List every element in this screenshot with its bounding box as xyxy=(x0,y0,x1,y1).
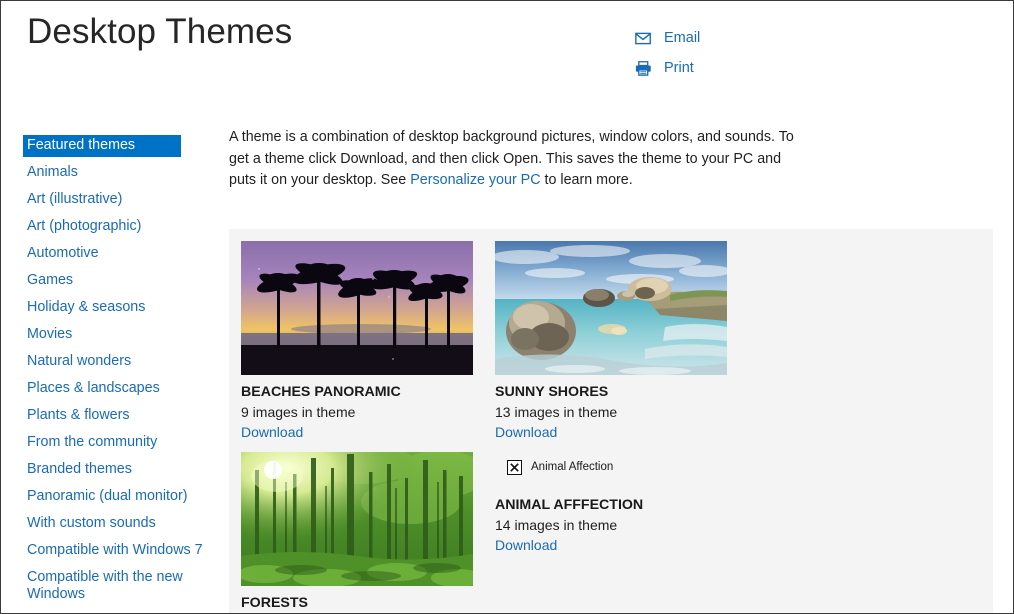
theme-thumbnail-beaches-panoramic[interactable] xyxy=(241,241,473,375)
theme-card: SUNNY SHORES 13 images in theme Download xyxy=(495,241,749,442)
main-content: A theme is a combination of desktop back… xyxy=(229,127,997,216)
sidebar-item-art-illustrative[interactable]: Art (illustrative) xyxy=(23,189,213,211)
download-link[interactable]: Download xyxy=(241,423,303,442)
theme-title: BEACHES PANORAMIC xyxy=(241,384,401,400)
sidebar-item-animals[interactable]: Animals xyxy=(23,162,213,184)
broken-image-alt-text: Animal Affection xyxy=(531,461,614,473)
print-link[interactable]: Print xyxy=(635,57,875,79)
theme-card: Animal Affection ANIMAL AFFFECTION 14 im… xyxy=(495,452,749,613)
sidebar-item-natural-wonders[interactable]: Natural wonders xyxy=(23,351,213,373)
sidebar-item-movies[interactable]: Movies xyxy=(23,324,213,346)
page-header: Desktop Themes Email Print xyxy=(1,1,1013,111)
email-label: Email xyxy=(664,30,701,46)
sidebar-item-panoramic-dual-monitor[interactable]: Panoramic (dual monitor) xyxy=(23,486,213,508)
sidebar-item-games[interactable]: Games xyxy=(23,270,213,292)
intro-paragraph: A theme is a combination of desktop back… xyxy=(229,127,795,192)
email-link[interactable]: Email xyxy=(635,27,875,49)
download-link[interactable]: Download xyxy=(495,536,557,555)
theme-image-count: 9 images in theme xyxy=(241,404,356,420)
desktop-themes-page: Desktop Themes Email Print Featured them… xyxy=(0,0,1014,614)
theme-thumbnail-sunny-shores[interactable] xyxy=(495,241,727,375)
sidebar-item-places-landscapes[interactable]: Places & landscapes xyxy=(23,378,213,400)
broken-image-placeholder[interactable]: Animal Affection xyxy=(495,452,727,480)
theme-title: ANIMAL AFFFECTION xyxy=(495,497,644,513)
sidebar-item-featured-themes[interactable]: Featured themes xyxy=(23,135,181,157)
theme-card: FORESTS 16 images in theme Download xyxy=(241,452,495,613)
print-label: Print xyxy=(664,60,694,76)
page-title: Desktop Themes xyxy=(27,12,293,51)
sidebar-item-compatible-new-windows[interactable]: Compatible with the new Windows xyxy=(23,567,213,606)
theme-grid: BEACHES PANORAMIC 9 images in theme Down… xyxy=(241,241,993,613)
sidebar-item-compatible-windows-7[interactable]: Compatible with Windows 7 xyxy=(23,540,213,562)
header-actions: Email Print xyxy=(635,27,875,87)
theme-image-count: 14 images in theme xyxy=(495,517,618,533)
sidebar-item-holiday-seasons[interactable]: Holiday & seasons xyxy=(23,297,213,319)
category-sidebar: Featured themes Animals Art (illustrativ… xyxy=(23,135,213,611)
sidebar-item-branded-themes[interactable]: Branded themes xyxy=(23,459,213,481)
theme-thumbnail-forests[interactable] xyxy=(241,452,473,586)
sidebar-item-plants-flowers[interactable]: Plants & flowers xyxy=(23,405,213,427)
theme-gallery: BEACHES PANORAMIC 9 images in theme Down… xyxy=(229,229,993,613)
printer-icon xyxy=(635,59,655,77)
broken-image-icon xyxy=(507,459,522,475)
sidebar-item-with-custom-sounds[interactable]: With custom sounds xyxy=(23,513,213,535)
intro-text-after: to learn more. xyxy=(540,172,633,188)
sidebar-item-from-the-community[interactable]: From the community xyxy=(23,432,213,454)
theme-title: SUNNY SHORES xyxy=(495,384,609,400)
envelope-icon xyxy=(635,29,655,47)
download-link[interactable]: Download xyxy=(495,423,557,442)
sidebar-item-art-photographic[interactable]: Art (photographic) xyxy=(23,216,213,238)
theme-title: FORESTS xyxy=(241,595,309,611)
theme-image-count: 13 images in theme xyxy=(495,404,618,420)
theme-card: BEACHES PANORAMIC 9 images in theme Down… xyxy=(241,241,495,442)
personalize-your-pc-link[interactable]: Personalize your PC xyxy=(410,172,540,188)
sidebar-item-automotive[interactable]: Automotive xyxy=(23,243,213,265)
